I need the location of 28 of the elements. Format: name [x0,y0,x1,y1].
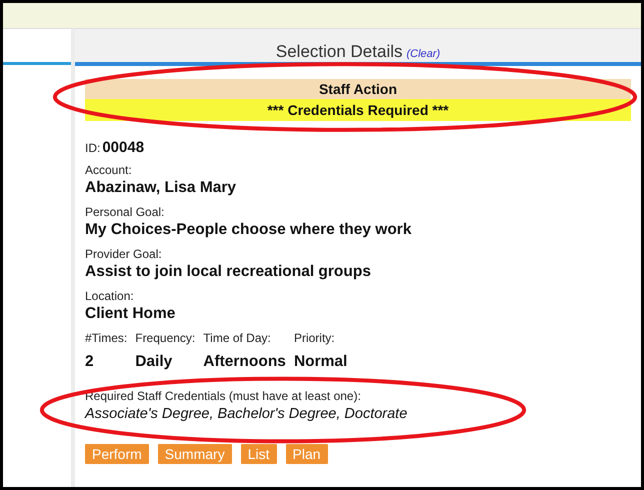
field-label: Provider Goal: [85,246,163,262]
action-button[interactable]: Plan [286,444,328,464]
field-value: Normal [294,352,348,372]
credentials-list: Associate's Degree, Bachelor's Degree, Doctorate [85,404,408,424]
field-value: 2 [85,352,95,372]
field-value: Daily [135,352,174,372]
field-value: Client Home [85,304,176,324]
field-value: 00048 [102,139,144,156]
action-button[interactable]: List [240,444,276,464]
field-label: Time of Day: [203,330,272,346]
staff-action-header: Staff Action [85,79,631,99]
panel-title: Selection Details [276,43,402,61]
field-value: Abazinaw, Lisa Mary [85,178,238,198]
field-value: Afternoons [203,352,286,372]
field-label: Required Staff Credentials (must have at least one): [85,388,362,404]
action-button[interactable]: Perform [85,444,149,464]
field-label: #Times: [85,330,128,346]
field-label: Location: [85,288,135,304]
action-button[interactable]: Summary [158,444,232,464]
field-value: My Choices-People choose where they work [85,220,412,240]
clear-link[interactable]: (Clear) [406,47,440,61]
field-label: Frequency: [135,330,196,346]
field-label: Priority: [294,330,336,346]
credentials-notice: *** Credentials Required *** [85,99,631,121]
field-value: Assist to join local recreational groups [85,262,372,282]
field-label: ID: [85,140,100,156]
field-label: Account: [85,162,133,178]
field-label: Personal Goal: [85,204,166,220]
